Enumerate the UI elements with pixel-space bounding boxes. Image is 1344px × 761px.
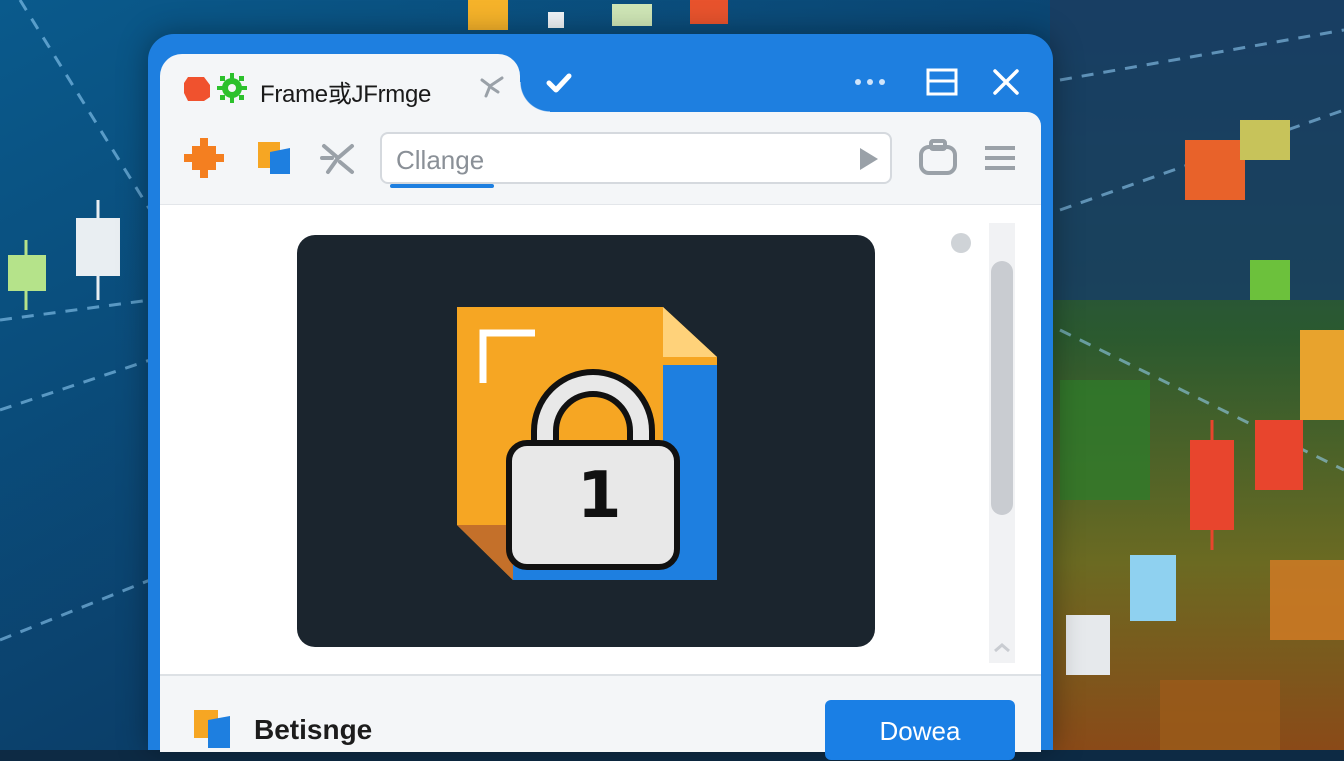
menu-icon [985,146,1015,170]
go-arrow-icon[interactable] [858,146,880,172]
address-progress-indicator [390,184,494,188]
orange-blue-file-icon [258,142,290,174]
address-bar[interactable]: Cllange [380,132,892,188]
vertical-scrollbar[interactable] [989,223,1015,663]
green-gear-icon [217,73,247,103]
app-window: Frame或JFrmge Cllange 1 Betisnge Dowea [148,34,1053,760]
briefcase-icon [919,139,957,175]
scrollbar-thumb[interactable] [991,261,1013,515]
extensions-button[interactable] [916,136,960,180]
content-area: 1 [160,204,1041,675]
more-dots-icon [855,79,885,85]
tab-title: Frame或JFrmge [260,81,432,108]
file-icon [194,710,230,748]
file-button[interactable] [252,136,296,180]
tools-icon [320,144,354,174]
maximize-button[interactable] [922,64,962,100]
scroll-indicator-dot [951,233,971,253]
image-preview[interactable]: 1 [297,235,875,647]
footer-bar: Betisnge Dowea [160,674,1041,760]
tab-favicon-group [182,72,248,104]
close-button[interactable] [986,64,1026,100]
close-icon [993,69,1019,95]
pin-icon[interactable] [478,72,506,100]
orange-gear-icon [184,138,224,178]
tools-button[interactable] [316,136,360,180]
locked-file-icon [457,307,717,580]
check-icon[interactable] [544,68,574,98]
address-input-text[interactable]: Cllange [396,145,484,176]
footer-label: Betisnge [254,714,373,745]
more-options-button[interactable] [850,64,890,100]
window-body: Cllange 1 Betisnge Dowea [160,112,1041,760]
orange-shape-icon [184,77,210,101]
orange-gear-button[interactable] [182,136,226,180]
browser-tab[interactable]: Frame或JFrmge [160,54,550,112]
scroll-down-chevron-icon[interactable] [993,643,1011,653]
toolbar: Cllange [160,112,1041,204]
maximize-icon [926,68,958,96]
primary-action-button[interactable]: Dowea [825,700,1015,760]
menu-button[interactable] [978,136,1022,180]
lock-digit: 1 [577,459,622,533]
